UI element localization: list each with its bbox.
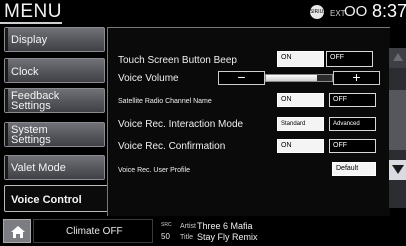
source-label: SRC — [161, 222, 172, 228]
home-icon — [11, 226, 25, 238]
user-profile-default-button[interactable]: Default — [332, 162, 376, 176]
confirmation-off-button[interactable]: OFF — [329, 139, 376, 153]
voice-volume-slider[interactable]: − + — [218, 70, 380, 85]
channel-number: 50 — [161, 232, 170, 241]
interaction-mode-standard-button[interactable]: Standard — [277, 117, 324, 131]
sidebar-item-display[interactable]: Display — [4, 27, 105, 52]
user-profile-label: Voice Rec. User Profile — [118, 167, 190, 174]
confirmation-label: Voice Rec. Confirmation — [118, 141, 226, 152]
touch-beep-label: Touch Screen Button Beep — [118, 55, 237, 66]
sidebar-item-clock[interactable]: Clock — [4, 58, 105, 83]
sat-channel-name-label: Satellite Radio Channel Name — [118, 98, 212, 105]
climate-button[interactable]: Climate OFF — [33, 219, 153, 243]
artist-value: Three 6 Mafia — [197, 221, 253, 231]
volume-up-button[interactable]: + — [333, 70, 380, 85]
artist-key: Artist — [180, 223, 196, 230]
tab-grip — [5, 28, 8, 51]
top-bar: MENU SIRIUS EXT OO 8:37ar — [0, 0, 406, 24]
title-key: Title — [180, 234, 193, 241]
tab-grip — [5, 123, 8, 146]
volume-down-button[interactable]: − — [218, 70, 265, 85]
interaction-mode-advanced-button[interactable]: Advanced — [329, 117, 376, 131]
confirmation-on-button[interactable]: ON — [277, 139, 324, 153]
clock: 8:37ar — [372, 1, 406, 22]
tab-grip — [5, 89, 8, 112]
title-value: Stay Fly Remix — [197, 232, 258, 242]
sidebar-item-label: Voice Control — [11, 194, 82, 206]
touch-beep-off-button[interactable]: OFF — [326, 51, 373, 67]
scroll-down-icon[interactable] — [389, 160, 406, 180]
exterior-temp-value: OO — [344, 3, 368, 20]
scroll-up-icon[interactable] — [389, 48, 406, 68]
title-underline — [0, 22, 62, 24]
sidebar-item-label: Valet Mode — [11, 162, 66, 174]
sidebar-item-label: Feedback Settings — [11, 90, 60, 112]
page-title: MENU — [4, 1, 62, 22]
tab-grip — [5, 156, 8, 179]
sidebar-item-label: Display — [11, 34, 48, 46]
interaction-mode-label: Voice Rec. Interaction Mode — [118, 119, 244, 130]
sidebar-item-label: System Settings — [11, 124, 51, 146]
clock-time: 8:37 — [372, 1, 406, 21]
home-button[interactable] — [3, 219, 31, 243]
sidebar-item-system-settings[interactable]: System Settings — [4, 122, 105, 147]
touch-beep-on-button[interactable]: ON — [277, 51, 324, 67]
climate-status: Climate OFF — [66, 226, 123, 237]
sat-channel-off-button[interactable]: OFF — [329, 93, 376, 107]
sidebar-item-valet-mode[interactable]: Valet Mode — [4, 155, 105, 180]
sidebar-item-voice-control[interactable]: Voice Control — [4, 185, 112, 212]
sidebar-item-label: Clock — [11, 66, 39, 78]
volume-track[interactable] — [265, 74, 333, 82]
scroll-thumb[interactable] — [389, 90, 406, 150]
satellite-radio-icon: SIRIUS — [310, 5, 326, 19]
sidebar-item-feedback-settings[interactable]: Feedback Settings — [4, 88, 105, 113]
voice-volume-label: Voice Volume — [118, 73, 179, 84]
volume-level-fill — [266, 75, 318, 81]
sat-channel-on-button[interactable]: ON — [277, 93, 324, 107]
tab-grip — [5, 59, 8, 82]
sync-menu-screen: MENU SIRIUS EXT OO 8:37ar Display Clock … — [0, 0, 406, 246]
